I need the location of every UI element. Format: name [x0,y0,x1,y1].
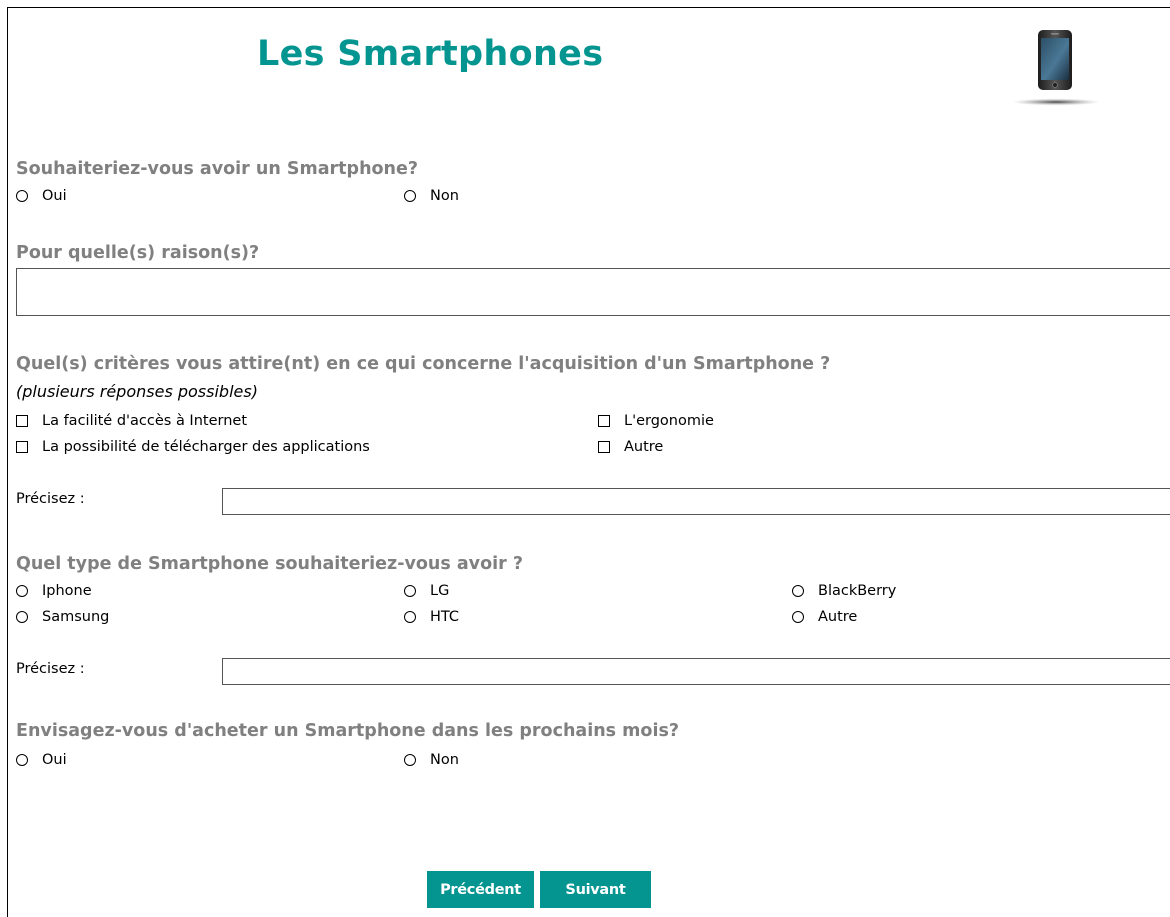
next-button[interactable]: Suivant [540,871,651,908]
checkbox-other[interactable]: Autre [598,438,663,456]
precise-label-type: Précisez : [16,661,85,677]
radio-button[interactable] [404,611,416,623]
radio-label: Oui [42,752,67,768]
checkbox[interactable] [598,415,610,427]
radio-button[interactable] [792,611,804,623]
previous-button[interactable]: Précédent [427,871,534,908]
radio-q5-non[interactable]: Non [404,751,459,769]
radio-label: Non [430,188,459,204]
precise-input-criteria[interactable] [222,488,1170,515]
radio-type-lg[interactable]: LG [404,582,449,600]
checkbox-label: La facilité d'accès à Internet [42,413,248,429]
checkbox-internet-access[interactable]: La facilité d'accès à Internet [16,412,247,430]
radio-button[interactable] [16,190,28,202]
radio-label: Autre [818,609,858,625]
checkbox[interactable] [16,441,28,453]
page-frame [7,7,1170,917]
question-purchase-intent: Envisagez-vous d'acheter un Smartphone d… [16,721,680,741]
radio-button[interactable] [792,585,804,597]
question-smartphone-type: Quel type de Smartphone souhaiteriez-vou… [16,554,523,574]
checkbox-ergonomics[interactable]: L'ergonomie [598,412,714,430]
checkbox-label: La possibilité de télécharger des applic… [42,439,370,455]
radio-type-blackberry[interactable]: BlackBerry [792,582,896,600]
radio-label: Samsung [42,609,110,625]
radio-type-other[interactable]: Autre [792,608,857,626]
radio-label: Oui [42,188,67,204]
radio-q1-oui[interactable]: Oui [16,187,67,205]
radio-button[interactable] [16,611,28,623]
checkbox-label: L'ergonomie [624,413,714,429]
checkbox[interactable] [16,415,28,427]
radio-type-htc[interactable]: HTC [404,608,459,626]
question-has-smartphone: Souhaiteriez-vous avoir un Smartphone? [16,159,419,179]
radio-q5-oui[interactable]: Oui [16,751,67,769]
reasons-input[interactable] [16,268,1170,316]
radio-label: HTC [430,609,460,625]
multiple-answers-note: (plusieurs réponses possibles) [16,382,258,401]
smartphone-icon [1012,30,1100,106]
question-criteria: Quel(s) critères vous attire(nt) en ce q… [16,354,831,374]
radio-q1-non[interactable]: Non [404,187,459,205]
radio-type-samsung[interactable]: Samsung [16,608,109,626]
radio-button[interactable] [16,754,28,766]
radio-label: LG [430,583,450,599]
radio-button[interactable] [404,754,416,766]
checkbox-download-apps[interactable]: La possibilité de télécharger des applic… [16,438,370,456]
radio-button[interactable] [404,190,416,202]
radio-label: BlackBerry [818,583,897,599]
checkbox[interactable] [598,441,610,453]
radio-label: Non [430,752,459,768]
radio-type-iphone[interactable]: Iphone [16,582,92,600]
precise-label-criteria: Précisez : [16,491,85,507]
page-title: Les Smartphones [257,34,604,74]
radio-button[interactable] [404,585,416,597]
radio-button[interactable] [16,585,28,597]
precise-input-type[interactable] [222,658,1170,685]
radio-label: Iphone [42,583,92,599]
checkbox-label: Autre [624,439,664,455]
question-reasons: Pour quelle(s) raison(s)? [16,243,260,263]
